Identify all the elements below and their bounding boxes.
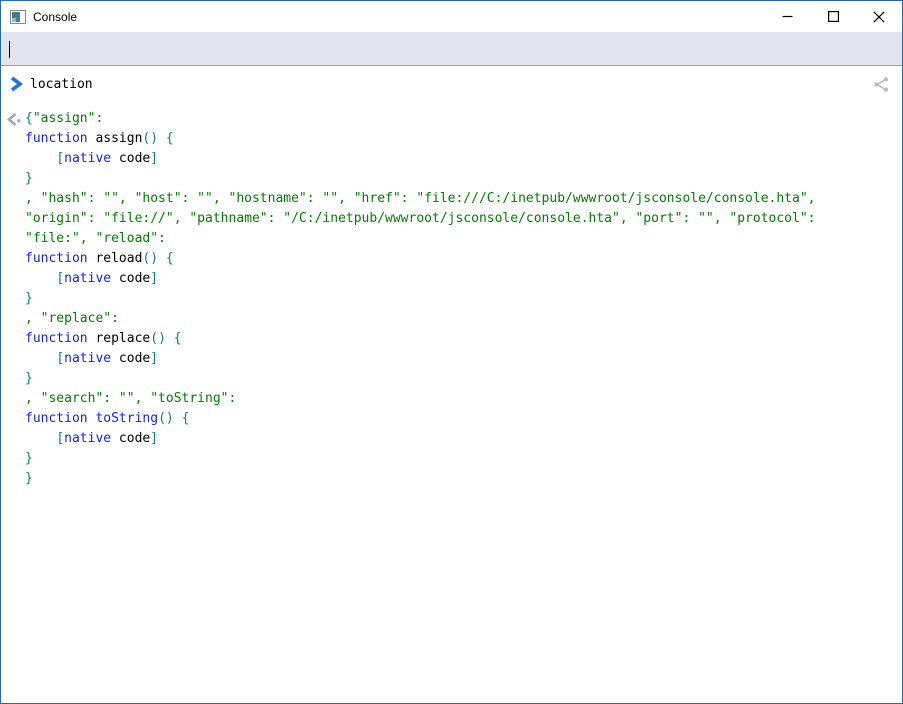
close-button[interactable]	[856, 1, 902, 32]
console-window: Console	[0, 0, 903, 704]
window-controls	[764, 1, 902, 32]
code-line: }	[25, 369, 896, 389]
command-input[interactable]	[9, 32, 902, 65]
console-output: {"assign":function assign() { [native co…	[1, 102, 902, 489]
code-line: function replace() {	[25, 329, 896, 349]
maximize-button[interactable]	[810, 1, 856, 32]
code-line: , "search": "", "toString":	[25, 389, 896, 409]
code-line: {"assign":	[25, 109, 896, 129]
code-line: function assign() {	[25, 129, 896, 149]
code-line: }	[25, 449, 896, 469]
code-output: {"assign":function assign() { [native co…	[25, 109, 896, 489]
close-icon	[873, 11, 885, 23]
text-caret	[9, 41, 10, 58]
code-line: function reload() {	[25, 249, 896, 269]
result-return-arrow-icon	[6, 112, 23, 127]
code-line: [native code]	[25, 349, 896, 369]
code-line: , "hash": "", "host": "", "hostname": ""…	[25, 189, 896, 209]
code-line: [native code]	[25, 149, 896, 169]
command-input-row	[1, 32, 902, 66]
prompt-chevron-right-icon	[10, 76, 23, 92]
maximize-icon	[828, 11, 839, 22]
command-text: location	[30, 77, 93, 92]
code-line: , "replace":	[25, 309, 896, 329]
code-line: "origin": "file://", "pathname": "/C:/in…	[25, 209, 896, 229]
share-icon[interactable]	[873, 76, 890, 93]
code-line: "file:", "reload":	[25, 229, 896, 249]
code-line: [native code]	[25, 269, 896, 289]
app-window-icon	[10, 10, 26, 24]
code-line: }	[25, 469, 896, 489]
code-line: [native code]	[25, 429, 896, 449]
minimize-icon	[782, 11, 793, 22]
command-history-row: location	[1, 66, 902, 102]
code-line: }	[25, 169, 896, 189]
window-title: Console	[33, 10, 77, 24]
titlebar[interactable]: Console	[1, 1, 902, 32]
code-line: }	[25, 289, 896, 309]
minimize-button[interactable]	[764, 1, 810, 32]
code-line: function toString() {	[25, 409, 896, 429]
